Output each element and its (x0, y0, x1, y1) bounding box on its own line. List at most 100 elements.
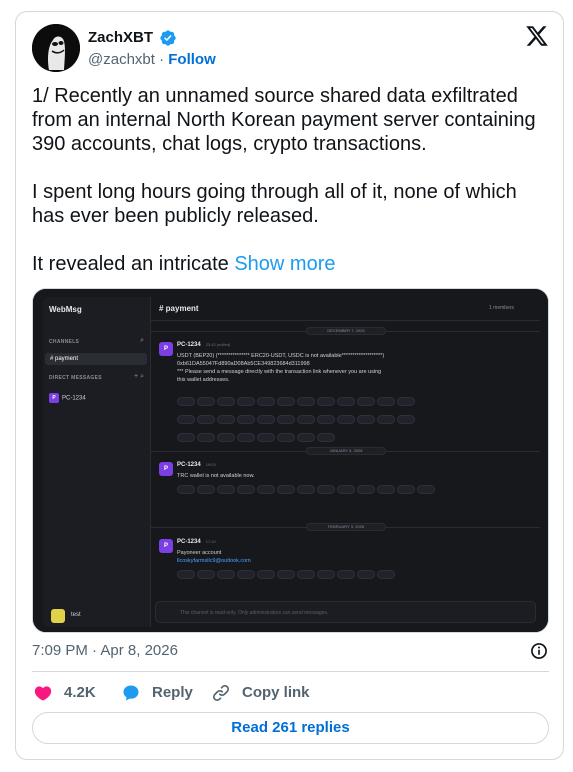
reaction-chip (197, 397, 215, 406)
author-avatar[interactable] (32, 24, 80, 72)
author-names: ZachXBT @zachxbt · Follow (88, 28, 216, 70)
channels-label: CHANNELS (49, 339, 80, 345)
reaction-chip (337, 485, 355, 494)
reaction-chip (337, 570, 355, 579)
reaction-chip (397, 397, 415, 406)
reaction-chip (257, 433, 275, 442)
date-divider-label: DECEMBER 7, 2025 (306, 327, 386, 335)
reaction-row (177, 396, 427, 450)
reaction-chip (317, 485, 335, 494)
embedded-chat-screenshot: WebMsg CHANNELS ⌕ # payment DIRECT MESSA… (33, 289, 548, 632)
message-author-name: PC-1234 (177, 342, 201, 348)
frog-avatar-icon (32, 24, 80, 72)
reaction-chip (377, 485, 395, 494)
reaction-chip (277, 485, 295, 494)
message-avatar: P (159, 462, 173, 476)
reaction-chip (257, 397, 275, 406)
info-icon[interactable] (529, 641, 549, 661)
date-divider: FEBRUARY 3, 2026 (151, 523, 540, 531)
chat-channel-title: # payment (159, 304, 199, 313)
copy-link-button[interactable]: Copy link (210, 682, 320, 704)
reaction-chip (357, 415, 375, 424)
reaction-chip (417, 485, 435, 494)
tweet-text: 1/ Recently an unnamed source shared dat… (32, 84, 549, 276)
author-handle-row: @zachxbt · Follow (88, 50, 216, 70)
reaction-chip (177, 433, 195, 442)
reaction-chip (317, 415, 335, 424)
x-logo-icon[interactable] (525, 24, 549, 48)
direct-messages-label: DIRECT MESSAGES (49, 375, 102, 381)
reaction-chip (217, 570, 235, 579)
reaction-chip (197, 485, 215, 494)
read-replies-button[interactable]: Read 261 replies (32, 712, 549, 744)
reaction-chip (277, 415, 295, 424)
reply-bubble-icon (123, 685, 139, 701)
message-body: USDT (BEP20) (*************** ERC20-USDT… (177, 352, 527, 384)
author-handle[interactable]: @zachxbt (88, 51, 155, 68)
reaction-chip (397, 485, 415, 494)
message-author-name: PC-1234 (177, 462, 201, 468)
reaction-chip (237, 433, 255, 442)
reply-label: Reply (152, 684, 193, 701)
reaction-chip (177, 570, 195, 579)
message-line: *** Please send a message directly with … (177, 369, 382, 375)
reaction-chip (337, 415, 355, 424)
tweet-media-image[interactable]: WebMsg CHANNELS ⌕ # payment DIRECT MESSA… (32, 288, 549, 633)
dm-badge: P (49, 393, 59, 403)
like-button[interactable]: 4.2K (32, 682, 112, 704)
reaction-chip (197, 433, 215, 442)
reaction-chip (317, 433, 335, 442)
reaction-chip (377, 397, 395, 406)
dm-item: P PC-1234 (49, 393, 86, 404)
message-line: TRC wallet is not available now. (177, 473, 255, 479)
chat-app-name: WebMsg (49, 305, 82, 314)
reaction-chip (317, 570, 335, 579)
author-display-name[interactable]: ZachXBT (88, 28, 153, 48)
reaction-chip (357, 397, 375, 406)
reaction-chip (337, 397, 355, 406)
meta-separator: · (92, 642, 98, 659)
message-email-link: llcoskyfarmsllc9@outlook.com (177, 558, 251, 564)
reaction-chip (177, 397, 195, 406)
like-count: 4.2K (64, 684, 96, 701)
message-time: 19:03 (205, 462, 216, 467)
tweet-paragraph-3: It revealed an intricate Show more (32, 252, 549, 276)
reaction-chip (217, 397, 235, 406)
date-divider: DECEMBER 7, 2025 (151, 327, 540, 335)
message-line: this wallet addresses. (177, 377, 230, 383)
reaction-chip (217, 485, 235, 494)
message-author: PC-1234 23:42 (edited) (177, 342, 230, 348)
date-divider-label: FEBRUARY 3, 2026 (306, 523, 386, 531)
follow-button[interactable]: Follow (168, 51, 216, 68)
dm-add-icon: + ⌕ (134, 373, 144, 380)
reaction-chip (357, 570, 375, 579)
message-author: PC-1234 19:03 (177, 462, 216, 468)
reaction-chip (297, 415, 315, 424)
message-time: 17:10 (205, 539, 216, 544)
reaction-chip (277, 433, 295, 442)
chat-sidebar: WebMsg CHANNELS ⌕ # payment DIRECT MESSA… (43, 297, 151, 627)
tweet-paragraph-1: 1/ Recently an unnamed source shared dat… (32, 85, 536, 155)
tweet-time[interactable]: 7:09 PM (32, 642, 88, 659)
show-more-link[interactable]: Show more (234, 253, 335, 275)
message-author: PC-1234 17:10 (177, 539, 216, 545)
chat-message: P PC-1234 17:10 Payoneer account llcoskyf… (159, 539, 529, 589)
channel-item-payment: # payment (45, 353, 147, 365)
heart-icon (34, 686, 52, 701)
current-user: test (45, 607, 147, 625)
chat-composer: This channel is read-only. Only administ… (155, 601, 536, 623)
message-body: TRC wallet is not available now. (177, 472, 527, 480)
message-line: USDT (BEP20) (*************** ERC20-USDT… (177, 353, 385, 359)
reaction-chip (297, 433, 315, 442)
handle-separator: · (159, 51, 165, 68)
reaction-chip (277, 570, 295, 579)
verified-badge-icon (160, 30, 177, 46)
reaction-chip (237, 415, 255, 424)
reply-button[interactable]: Reply (120, 682, 200, 704)
link-icon (212, 684, 230, 702)
reaction-chip (257, 485, 275, 494)
tweet-date[interactable]: Apr 8, 2026 (100, 642, 178, 659)
tweet-meta: 7:09 PM · Apr 8, 2026 (32, 641, 549, 661)
current-user-avatar (51, 609, 65, 623)
reaction-row (177, 569, 437, 587)
